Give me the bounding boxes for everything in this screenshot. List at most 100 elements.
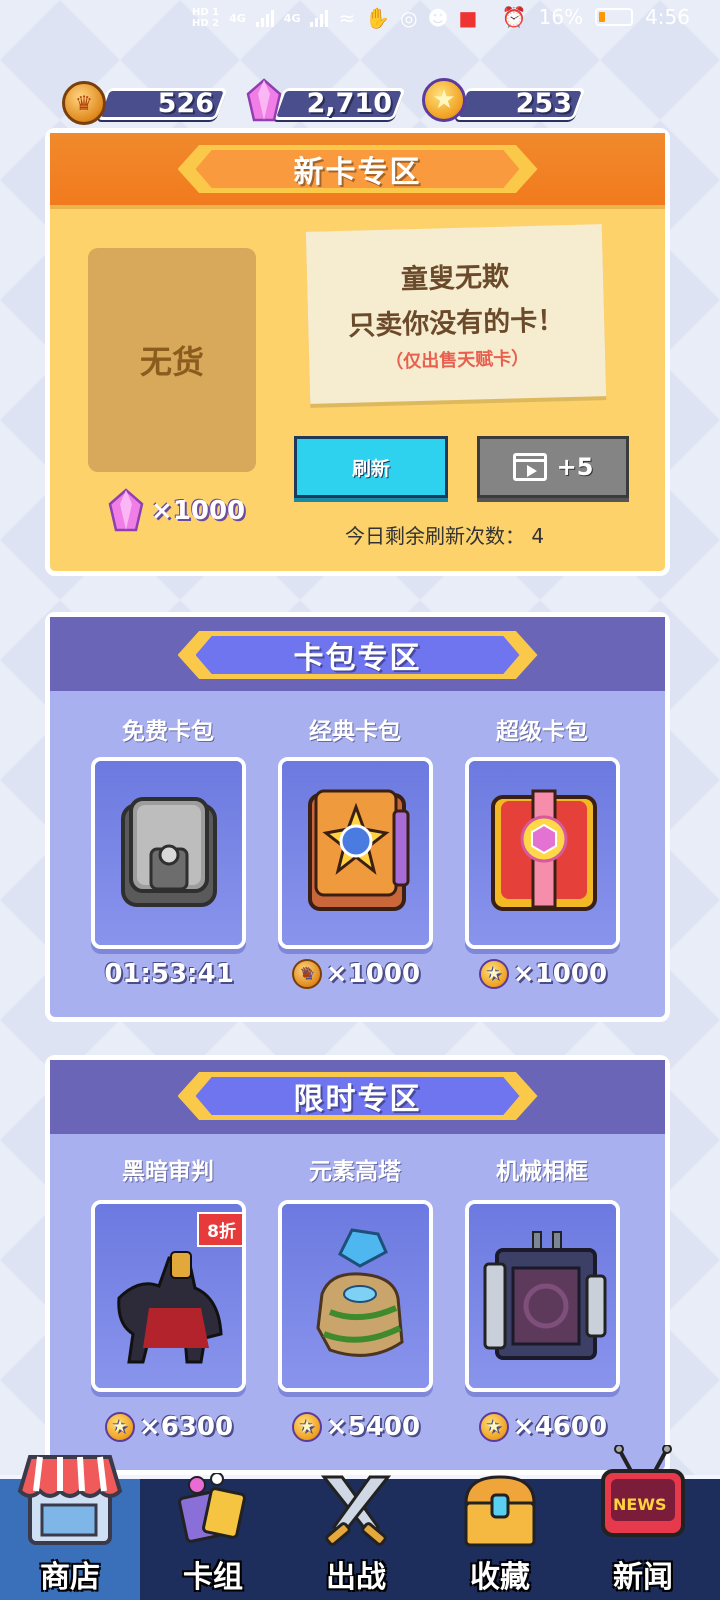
target-icon: ◎	[400, 6, 418, 30]
new-card-price: ×1000	[105, 488, 245, 534]
pack-name-super: 超级卡包	[496, 719, 588, 745]
dark-knight-icon	[117, 1251, 223, 1364]
crown-coin-icon: ♛	[62, 81, 106, 125]
refresh-button[interactable]: 刷新	[294, 436, 448, 498]
mech-frame-price-value: ×4600	[512, 1412, 608, 1442]
alarm-icon: ⏰	[501, 5, 527, 29]
nav-battle-label: 出战	[326, 1560, 386, 1595]
crown-coin-counter[interactable]: 526 ♛	[62, 81, 228, 125]
hd-indicators: HD 1 HD 2	[192, 7, 219, 29]
app-notification-icon: ■	[458, 6, 478, 30]
gem-value: 2,710	[306, 88, 392, 119]
wifi-icon: ≈	[338, 6, 356, 30]
hd2-label: HD 2	[192, 18, 220, 29]
nav-deck-label: 卡组	[183, 1560, 243, 1595]
pack-zone-title: 卡包专区	[293, 641, 422, 676]
star-coin-icon: ★	[422, 78, 466, 122]
network-type-1: 4G	[229, 11, 246, 25]
star-coin-counter[interactable]: 253 ★	[420, 78, 586, 124]
nav-shop-label: 商店	[40, 1560, 100, 1595]
network-type-2: 4G	[283, 11, 301, 25]
nav-deck[interactable]: 卡组	[143, 1473, 283, 1600]
mech-frame-card[interactable]	[465, 1200, 620, 1392]
free-pack-timer-value: 01:53:41	[104, 959, 234, 989]
nav-battle[interactable]: 出战	[286, 1475, 426, 1600]
slogan-line1: 童叟无欺	[400, 261, 510, 296]
empty-card-slot[interactable]: 无货	[88, 248, 256, 472]
empty-slot-label: 无货	[139, 343, 204, 381]
element-tower-icon	[316, 1228, 404, 1357]
classic-pack-price: ♛ ×1000	[271, 959, 441, 989]
item-name-dark-judgment: 黑暗审判	[122, 1159, 214, 1185]
nav-shop[interactable]: 商店	[0, 1455, 140, 1600]
signal-icon	[255, 9, 274, 27]
hand-icon: ✋	[365, 6, 391, 30]
video-icon	[512, 453, 547, 481]
status-left: HD 1 HD 2 4G 4G ≈ ✋ ◎ ☻ ■	[192, 6, 477, 30]
hd1-label: HD 1	[192, 7, 220, 18]
slogan-paper: 童叟无欺 只卖你没有的卡！ （仅出售天赋卡）	[305, 224, 607, 404]
slogan-line2: 只卖你没有的卡！	[347, 305, 565, 342]
classic-pack-card[interactable]	[278, 757, 433, 949]
star-coin-icon: ★	[478, 959, 509, 989]
status-bar: HD 1 HD 2 4G 4G ≈ ✋ ◎ ☻ ■ ⏰ 16% 4:56	[0, 0, 720, 36]
new-card-zone-header: 新卡专区	[50, 133, 665, 209]
star-coin-icon: ★	[104, 1412, 135, 1442]
limited-zone-title: 限时专区	[293, 1082, 422, 1117]
new-card-zone: 新卡专区 无货 ×1000 童叟无欺 只卖你没有的卡！ （仅出售天赋卡） 刷新 …	[45, 128, 670, 576]
video-bonus-label: +5	[556, 453, 594, 481]
new-card-price-value: ×1000	[151, 496, 246, 526]
status-right: ⏰ 16% 4:56	[502, 5, 690, 29]
crown-coin-icon: ♛	[291, 959, 322, 989]
deck-icon	[178, 1473, 246, 1543]
limited-zone-header: 限时专区	[50, 1060, 665, 1134]
gem-counter[interactable]: 2,710	[240, 78, 406, 124]
classic-pack-price-value: ×1000	[325, 959, 421, 989]
battery-icon	[595, 8, 634, 26]
item-name-mech-frame: 机械相框	[496, 1159, 588, 1185]
pack-zone-banner: 卡包专区	[177, 631, 538, 679]
nav-collection-label: 收藏	[470, 1560, 530, 1595]
discount-badge: 8折	[197, 1212, 242, 1247]
new-card-zone-title: 新卡专区	[293, 155, 422, 190]
element-tower-price-value: ×5400	[325, 1412, 421, 1442]
element-tower-card[interactable]	[278, 1200, 433, 1392]
slogan-note: （仅出售天赋卡）	[384, 348, 530, 373]
super-pack-icon	[491, 789, 597, 911]
bottom-nav: 商店 卡组 出战 收藏 NEWS 新闻	[0, 1445, 720, 1600]
nav-news-label: 新闻	[613, 1560, 673, 1595]
super-pack-price: ★ ×1000	[458, 959, 628, 989]
classic-pack-icon	[308, 789, 410, 911]
pack-zone-header: 卡包专区	[50, 617, 665, 691]
super-pack-card[interactable]	[465, 757, 620, 949]
free-pack-card[interactable]	[91, 757, 246, 949]
star-coin-icon: ★	[478, 1412, 509, 1442]
star-coin-icon: ★	[291, 1412, 322, 1442]
crown-coin-value: 526	[157, 88, 214, 119]
mech-frame-price: ★ ×4600	[458, 1412, 628, 1442]
nav-news[interactable]: NEWS 新闻	[573, 1445, 713, 1600]
limited-zone: 限时专区 黑暗审判 元素高塔 机械相框 8折 ★ ×6300 ★ ×5400 ★…	[45, 1055, 670, 1475]
item-name-element-tower: 元素高塔	[309, 1159, 401, 1185]
treasure-chest-icon	[464, 1475, 536, 1547]
shop-icon	[17, 1455, 123, 1545]
free-pack-timer: 01:53:41	[84, 959, 254, 989]
qq-icon: ☻	[427, 6, 449, 30]
pack-name-classic: 经典卡包	[309, 719, 401, 745]
element-tower-price: ★ ×5400	[271, 1412, 441, 1442]
watch-video-refresh-button[interactable]: +5	[477, 436, 629, 498]
refresh-button-label: 刷新	[351, 457, 390, 480]
signal-icon-2	[310, 9, 329, 27]
gem-icon	[246, 78, 282, 122]
star-coin-value: 253	[515, 88, 572, 119]
pack-zone: 卡包专区 免费卡包 经典卡包 超级卡包 01:53:41 ♛ ×1000 ★ ×…	[45, 612, 670, 1022]
battle-swords-icon	[320, 1475, 392, 1546]
nav-collection[interactable]: 收藏	[430, 1475, 570, 1600]
mech-frame-icon	[483, 1231, 607, 1360]
super-pack-price-value: ×1000	[512, 959, 608, 989]
dark-judgment-price: ★ ×6300	[84, 1412, 254, 1442]
news-icon-text: NEWS	[613, 1495, 667, 1514]
dark-judgment-card[interactable]: 8折	[91, 1200, 246, 1392]
dark-judgment-price-value: ×6300	[138, 1412, 234, 1442]
pack-name-free: 免费卡包	[122, 719, 214, 745]
